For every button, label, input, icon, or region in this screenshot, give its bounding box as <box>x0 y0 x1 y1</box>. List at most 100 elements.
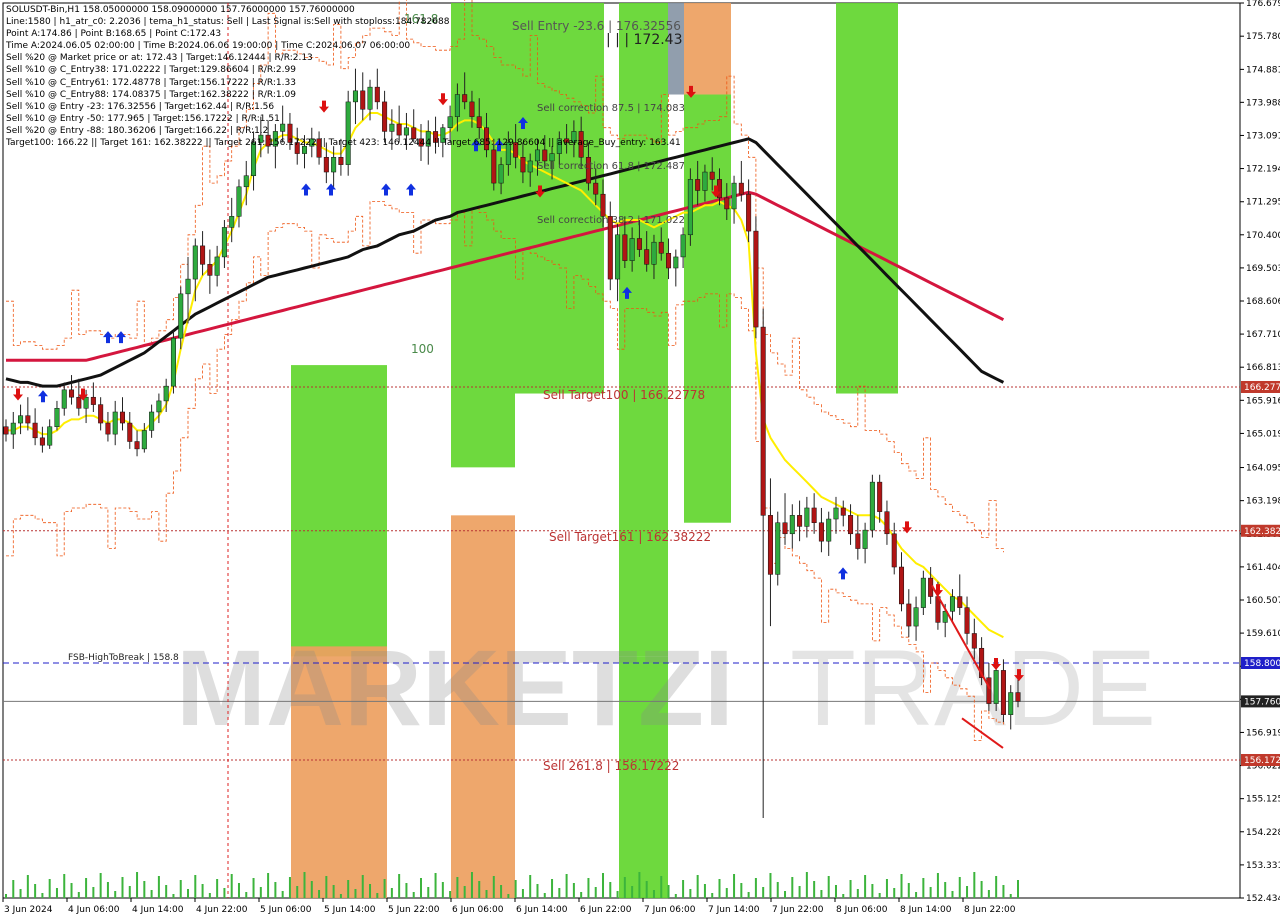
volume-bar <box>179 880 182 898</box>
volume-bar <box>223 888 226 898</box>
volume-bar <box>711 893 714 898</box>
candle-body <box>156 400 162 413</box>
y-tick-label: 175.780 <box>1246 32 1280 42</box>
x-tick-label: 8 Jun 14:00 <box>900 905 952 915</box>
volume-bar <box>92 887 95 898</box>
volume-bar <box>252 878 255 898</box>
volume-bar <box>864 875 867 898</box>
candle-body <box>644 249 650 265</box>
y-tick-label: 153.331 <box>1246 861 1280 871</box>
candle-body <box>542 149 548 162</box>
candle-body <box>83 396 89 409</box>
volume-bar <box>150 890 153 898</box>
candle-body <box>840 507 846 516</box>
volume-bar <box>689 889 692 898</box>
price-tag-label: 166.277 <box>1244 383 1280 393</box>
candle-body <box>877 481 883 512</box>
candle-body <box>61 389 67 409</box>
x-tick-label: 8 Jun 22:00 <box>964 905 1016 915</box>
candle-body <box>105 422 111 435</box>
volume-bar <box>944 882 947 898</box>
y-tick-label: 170.400 <box>1246 231 1280 241</box>
candle-body <box>869 481 875 531</box>
chart-root: MARKETZI TRADE Sell Entry -23.6 | 176.3255… <box>0 0 1280 920</box>
candle-body <box>622 234 628 261</box>
volume-bar <box>70 883 73 898</box>
volume-bar <box>966 886 969 898</box>
info-line: Sell %10 @ C_Entry61: 172.48778 | Target… <box>6 77 296 88</box>
volume-bar <box>529 875 532 898</box>
volume-bar <box>485 890 488 898</box>
volume-bar <box>893 888 896 898</box>
volume-bar <box>572 883 575 898</box>
candle-body <box>112 411 118 435</box>
candle-body <box>170 337 176 387</box>
volume-bar <box>12 880 15 898</box>
volume-bar <box>427 887 430 898</box>
volume-bar <box>915 892 918 898</box>
candle-body <box>957 596 963 608</box>
volume-bar <box>259 887 262 898</box>
volume-bar <box>958 877 961 898</box>
volume-bar <box>995 876 998 898</box>
candle-body <box>149 411 155 431</box>
candle-body <box>855 533 861 549</box>
candle-body <box>797 515 803 527</box>
candle-body <box>90 396 96 405</box>
volume-bar <box>390 888 393 898</box>
y-tick-label: 164.095 <box>1246 464 1280 474</box>
volume-bar <box>470 872 473 898</box>
candle-body <box>899 566 905 605</box>
volume-bar <box>922 878 925 898</box>
volume-bar <box>907 883 910 898</box>
volume-bar <box>172 894 175 898</box>
volume-bar <box>274 882 277 898</box>
zone-box <box>684 94 731 523</box>
candle-body <box>760 326 766 516</box>
info-line: Sell %20 @ Entry -88: 180.36206 | Target… <box>6 125 269 136</box>
volume-bar <box>769 873 772 898</box>
volume-bar <box>594 887 597 898</box>
candle-body <box>673 256 679 269</box>
candle-body <box>185 278 191 295</box>
x-tick-label: 6 Jun 22:00 <box>580 905 632 915</box>
candle-body <box>906 603 912 627</box>
info-line: Sell %10 @ Entry -23: 176.32556 | Target… <box>6 101 275 112</box>
price-tag-label: 156.172 <box>1244 756 1280 766</box>
candle-body <box>695 179 701 191</box>
candle-body <box>738 182 744 195</box>
zone-box <box>836 2 898 394</box>
volume-bar <box>441 882 444 898</box>
price-tag-label: 162.382 <box>1244 527 1280 537</box>
volume-bar <box>136 872 139 898</box>
volume-bar <box>682 880 685 898</box>
candle-body <box>200 245 206 265</box>
volume-bar <box>492 876 495 898</box>
candle-body <box>804 507 810 527</box>
candle-body <box>709 171 715 180</box>
candle-body <box>221 227 227 258</box>
volume-bar <box>602 873 605 898</box>
price-tag-label: 158.800 <box>1244 659 1280 669</box>
candle-body <box>25 415 31 424</box>
volume-bar <box>369 884 372 898</box>
y-tick-label: 176.679 <box>1246 0 1280 9</box>
candle-body <box>658 241 664 254</box>
volume-bar <box>718 879 721 898</box>
volume-bar <box>267 873 270 898</box>
volume-bar <box>878 893 881 898</box>
candle-body <box>1000 670 1006 715</box>
candle-body <box>636 238 642 250</box>
target261-label: Sell 261.8 | 156.17222 <box>543 759 679 773</box>
volume-bar <box>645 881 648 898</box>
candle-body <box>498 164 504 184</box>
x-tick-label: 5 Jun 22:00 <box>388 905 440 915</box>
y-tick-label: 172.194 <box>1246 165 1280 175</box>
candle-body <box>127 422 133 442</box>
volume-bar <box>187 889 190 898</box>
volume-bar <box>587 878 590 898</box>
candle-body <box>192 245 198 280</box>
volume-bar <box>1009 894 1012 898</box>
y-tick-label: 163.198 <box>1246 497 1280 507</box>
x-tick-label: 5 Jun 14:00 <box>324 905 376 915</box>
